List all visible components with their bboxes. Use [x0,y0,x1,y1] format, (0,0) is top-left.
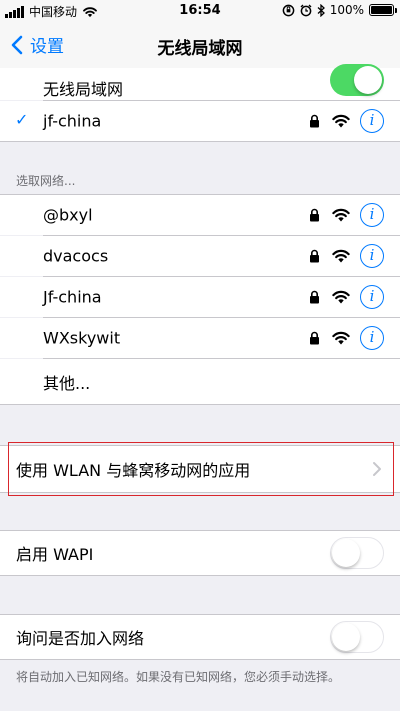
section-separator [0,141,400,142]
lock-icon [310,331,319,345]
battery-percent: 100% [329,3,364,17]
section-header-choose-network: 选取网络... [16,174,76,188]
info-icon[interactable]: i [360,109,384,133]
wapi-toggle[interactable] [330,537,384,569]
section-separator [0,659,400,660]
network-row[interactable]: @bxyl i [0,195,400,235]
network-row[interactable]: dvacocs i [0,236,400,276]
section-separator [0,492,400,493]
ask-to-join-label: 询问是否加入网络 [16,629,145,648]
toggle-knob [332,623,360,651]
alarm-icon [300,4,312,16]
wapi-label: 启用 WAPI [16,545,94,564]
wlan-toggle[interactable] [330,64,384,96]
info-icon[interactable]: i [360,285,384,309]
other-network-row[interactable]: 其他... [0,359,400,404]
status-bar: 中国移动 16:54 100% [0,0,400,22]
lock-icon [310,290,319,304]
apps-using-wlan-label: 使用 WLAN 与蜂窝移动网的应用 [16,461,251,480]
toggle-knob [332,539,360,567]
chevron-right-icon [373,462,381,476]
wlan-toggle-row: 无线局域网 [0,64,400,100]
bluetooth-icon [317,3,325,17]
wifi-signal-icon [332,331,350,345]
network-name: WXskywit [43,328,121,348]
network-name: @bxyl [43,205,93,225]
network-name: Jf-china [43,287,102,307]
section-separator [0,575,400,576]
section-separator [0,404,400,405]
info-icon[interactable]: i [360,203,384,227]
info-icon[interactable]: i [360,244,384,268]
page-title: 无线局域网 [157,39,243,59]
status-right: 100% [282,3,397,17]
network-name: dvacocs [43,246,109,266]
wifi-signal-icon [332,290,350,304]
ask-to-join-footer: 将自动加入已知网络。如果没有已知网络，您必须手动选择。 [16,670,341,684]
ask-to-join-toggle[interactable] [330,621,384,653]
lock-icon [310,208,319,222]
other-network-label: 其他... [43,373,91,393]
apps-using-wlan-row[interactable]: 使用 WLAN 与蜂窝移动网的应用 [0,446,400,492]
network-row[interactable]: Jf-china i [0,277,400,317]
wlan-toggle-label: 无线局域网 [43,80,124,99]
wifi-signal-icon [332,114,350,128]
lock-icon [310,114,319,128]
connected-network-name: jf-china [43,111,102,131]
wapi-row: 启用 WAPI [0,531,400,575]
ask-to-join-row: 询问是否加入网络 [0,615,400,659]
nav-bar: 设置 无线局域网 [0,22,400,68]
lock-icon [310,249,319,263]
battery-icon [369,4,397,16]
network-row[interactable]: WXskywit i [0,318,400,358]
toggle-knob [354,66,382,94]
connected-network-row[interactable]: ✓ jf-china i [0,101,400,141]
wifi-signal-icon [332,208,350,222]
orientation-lock-icon [282,4,295,16]
wifi-signal-icon [332,249,350,263]
info-icon[interactable]: i [360,326,384,350]
checkmark-icon: ✓ [15,110,29,129]
